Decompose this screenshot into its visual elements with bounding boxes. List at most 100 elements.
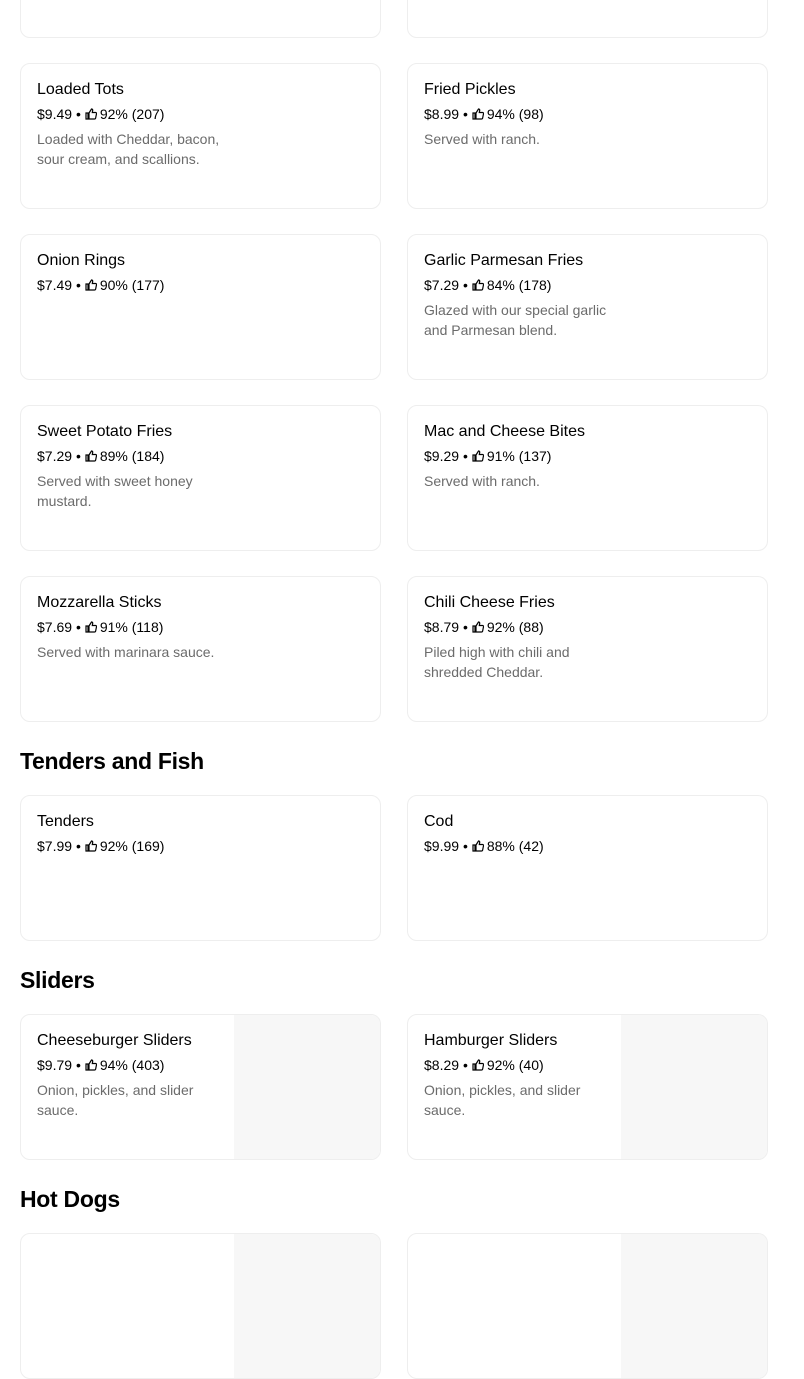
item-price: $7.49 bbox=[37, 277, 73, 293]
item-meta: $7.69 • 91% (118) bbox=[37, 618, 237, 636]
item-rating: 92% (40) bbox=[486, 1057, 544, 1073]
thumbs-up-icon bbox=[85, 1059, 97, 1071]
menu-item-card[interactable]: Cod $9.99 • 88% (42) bbox=[407, 795, 768, 941]
separator: • bbox=[462, 106, 468, 122]
menu-item-card[interactable]: Sweet Potato Fries $7.29 • 89% (184) Ser… bbox=[20, 405, 381, 551]
item-price: $8.29 bbox=[424, 1057, 460, 1073]
item-description: Onion, pickles, and slider sauce. bbox=[424, 1082, 581, 1118]
item-description: Piled high with chili and shredded Chedd… bbox=[424, 644, 570, 680]
separator: • bbox=[75, 277, 81, 293]
item-meta: $8.79 • 92% (88) bbox=[424, 618, 624, 636]
item-description: Glazed with our special garlic and Parme… bbox=[424, 302, 607, 338]
item-description: Onion, pickles, and slider sauce. bbox=[37, 1082, 194, 1118]
thumbs-up-icon bbox=[472, 279, 484, 291]
item-price: $9.29 bbox=[424, 448, 460, 464]
item-description: Served with ranch. bbox=[424, 131, 540, 147]
item-name: Loaded Tots bbox=[37, 81, 124, 98]
item-rating: 89% (184) bbox=[99, 448, 165, 464]
item-name: Garlic Parmesan Fries bbox=[424, 252, 584, 269]
menu-item-card[interactable]: Fried Pickles $8.99 • 94% (98) Served wi… bbox=[407, 63, 768, 209]
item-name: Sweet Potato Fries bbox=[37, 423, 173, 440]
item-price: $7.69 bbox=[37, 619, 73, 635]
item-image-placeholder bbox=[621, 1234, 767, 1378]
separator: • bbox=[75, 838, 81, 854]
separator: • bbox=[75, 619, 81, 635]
menu-item-card-partial-top[interactable] bbox=[20, 0, 381, 38]
item-meta: $8.99 • 94% (98) bbox=[424, 105, 624, 123]
item-price: $7.29 bbox=[37, 448, 73, 464]
separator: • bbox=[462, 1057, 468, 1073]
item-name: Onion Rings bbox=[37, 252, 126, 269]
item-description: Loaded with Cheddar, bacon, sour cream, … bbox=[37, 131, 220, 167]
item-name: Hamburger Sliders bbox=[424, 1032, 558, 1049]
separator: • bbox=[75, 448, 81, 464]
thumbs-up-icon bbox=[472, 1059, 484, 1071]
menu-item-card[interactable]: Tenders $7.99 • 92% (169) bbox=[20, 795, 381, 941]
thumbs-up-icon bbox=[85, 840, 97, 852]
item-name: Cod bbox=[424, 813, 454, 830]
item-meta: $8.29 • 92% (40) bbox=[424, 1056, 624, 1074]
item-name: Mac and Cheese Bites bbox=[424, 423, 585, 440]
menu-item-card[interactable]: Garlic Parmesan Fries $7.29 • 84% (178) … bbox=[407, 234, 768, 380]
separator: • bbox=[462, 838, 468, 854]
separator: • bbox=[75, 1057, 81, 1073]
section-title-hot-dogs: Hot Dogs bbox=[20, 1186, 120, 1212]
item-rating: 92% (207) bbox=[99, 106, 165, 122]
item-name: Cheeseburger Sliders bbox=[37, 1032, 192, 1049]
thumbs-up-icon bbox=[472, 450, 484, 462]
item-image-placeholder bbox=[621, 1015, 767, 1159]
menu-item-card[interactable]: Loaded Tots $9.49 • 92% (207) Loaded wit… bbox=[20, 63, 381, 209]
separator: • bbox=[462, 619, 468, 635]
item-rating: 91% (118) bbox=[99, 619, 164, 635]
item-rating: 92% (88) bbox=[486, 619, 544, 635]
item-price: $9.49 bbox=[37, 106, 73, 122]
item-meta: $7.49 • 90% (177) bbox=[37, 276, 237, 294]
item-rating: 94% (403) bbox=[99, 1057, 165, 1073]
menu-item-card-partial-bottom[interactable] bbox=[407, 1233, 768, 1379]
item-meta: $7.29 • 84% (178) bbox=[424, 276, 624, 294]
item-rating: 84% (178) bbox=[486, 277, 552, 293]
section-title-tenders-and-fish: Tenders and Fish bbox=[20, 748, 204, 774]
thumbs-up-icon bbox=[472, 108, 484, 120]
item-price: $7.29 bbox=[424, 277, 460, 293]
item-name: Tenders bbox=[37, 813, 94, 830]
item-description: Served with sweet honey mustard. bbox=[37, 473, 193, 509]
item-rating: 88% (42) bbox=[486, 838, 544, 854]
item-name: Mozzarella Sticks bbox=[37, 594, 162, 611]
menu-item-card[interactable]: Onion Rings $7.49 • 90% (177) bbox=[20, 234, 381, 380]
item-rating: 92% (169) bbox=[99, 838, 165, 854]
menu-item-card[interactable]: Cheeseburger Sliders $9.79 • 94% (403) O… bbox=[20, 1014, 381, 1160]
item-rating: 91% (137) bbox=[486, 448, 552, 464]
menu-item-card-partial-top[interactable] bbox=[407, 0, 768, 38]
thumbs-up-icon bbox=[85, 621, 97, 633]
menu-item-card[interactable]: Mozzarella Sticks $7.69 • 91% (118) Serv… bbox=[20, 576, 381, 722]
item-meta: $7.99 • 92% (169) bbox=[37, 837, 237, 855]
thumbs-up-icon bbox=[472, 621, 484, 633]
item-meta: $9.99 • 88% (42) bbox=[424, 837, 624, 855]
menu-item-card[interactable]: Hamburger Sliders $8.29 • 92% (40) Onion… bbox=[407, 1014, 768, 1160]
item-price: $8.79 bbox=[424, 619, 460, 635]
item-meta: $7.29 • 89% (184) bbox=[37, 447, 237, 465]
item-description: Served with ranch. bbox=[424, 473, 540, 489]
item-rating: 94% (98) bbox=[486, 106, 544, 122]
item-image-placeholder bbox=[234, 1015, 380, 1159]
section-title-sliders: Sliders bbox=[20, 967, 95, 993]
separator: • bbox=[75, 106, 81, 122]
item-meta: $9.49 • 92% (207) bbox=[37, 105, 237, 123]
item-name: Fried Pickles bbox=[424, 81, 516, 98]
thumbs-up-icon bbox=[472, 840, 484, 852]
thumbs-up-icon bbox=[85, 108, 97, 120]
item-meta: $9.79 • 94% (403) bbox=[37, 1056, 237, 1074]
menu-item-card-partial-bottom[interactable] bbox=[20, 1233, 381, 1379]
item-rating: 90% (177) bbox=[99, 277, 165, 293]
menu-item-card[interactable]: Mac and Cheese Bites $9.29 • 91% (137) S… bbox=[407, 405, 768, 551]
item-price: $9.99 bbox=[424, 838, 460, 854]
menu-item-card[interactable]: Chili Cheese Fries $8.79 • 92% (88) Pile… bbox=[407, 576, 768, 722]
separator: • bbox=[462, 277, 468, 293]
item-image-placeholder bbox=[234, 1234, 380, 1378]
item-price: $7.99 bbox=[37, 838, 73, 854]
item-description: Served with marinara sauce. bbox=[37, 644, 215, 660]
item-meta: $9.29 • 91% (137) bbox=[424, 447, 624, 465]
separator: • bbox=[462, 448, 468, 464]
item-name: Chili Cheese Fries bbox=[424, 594, 555, 611]
